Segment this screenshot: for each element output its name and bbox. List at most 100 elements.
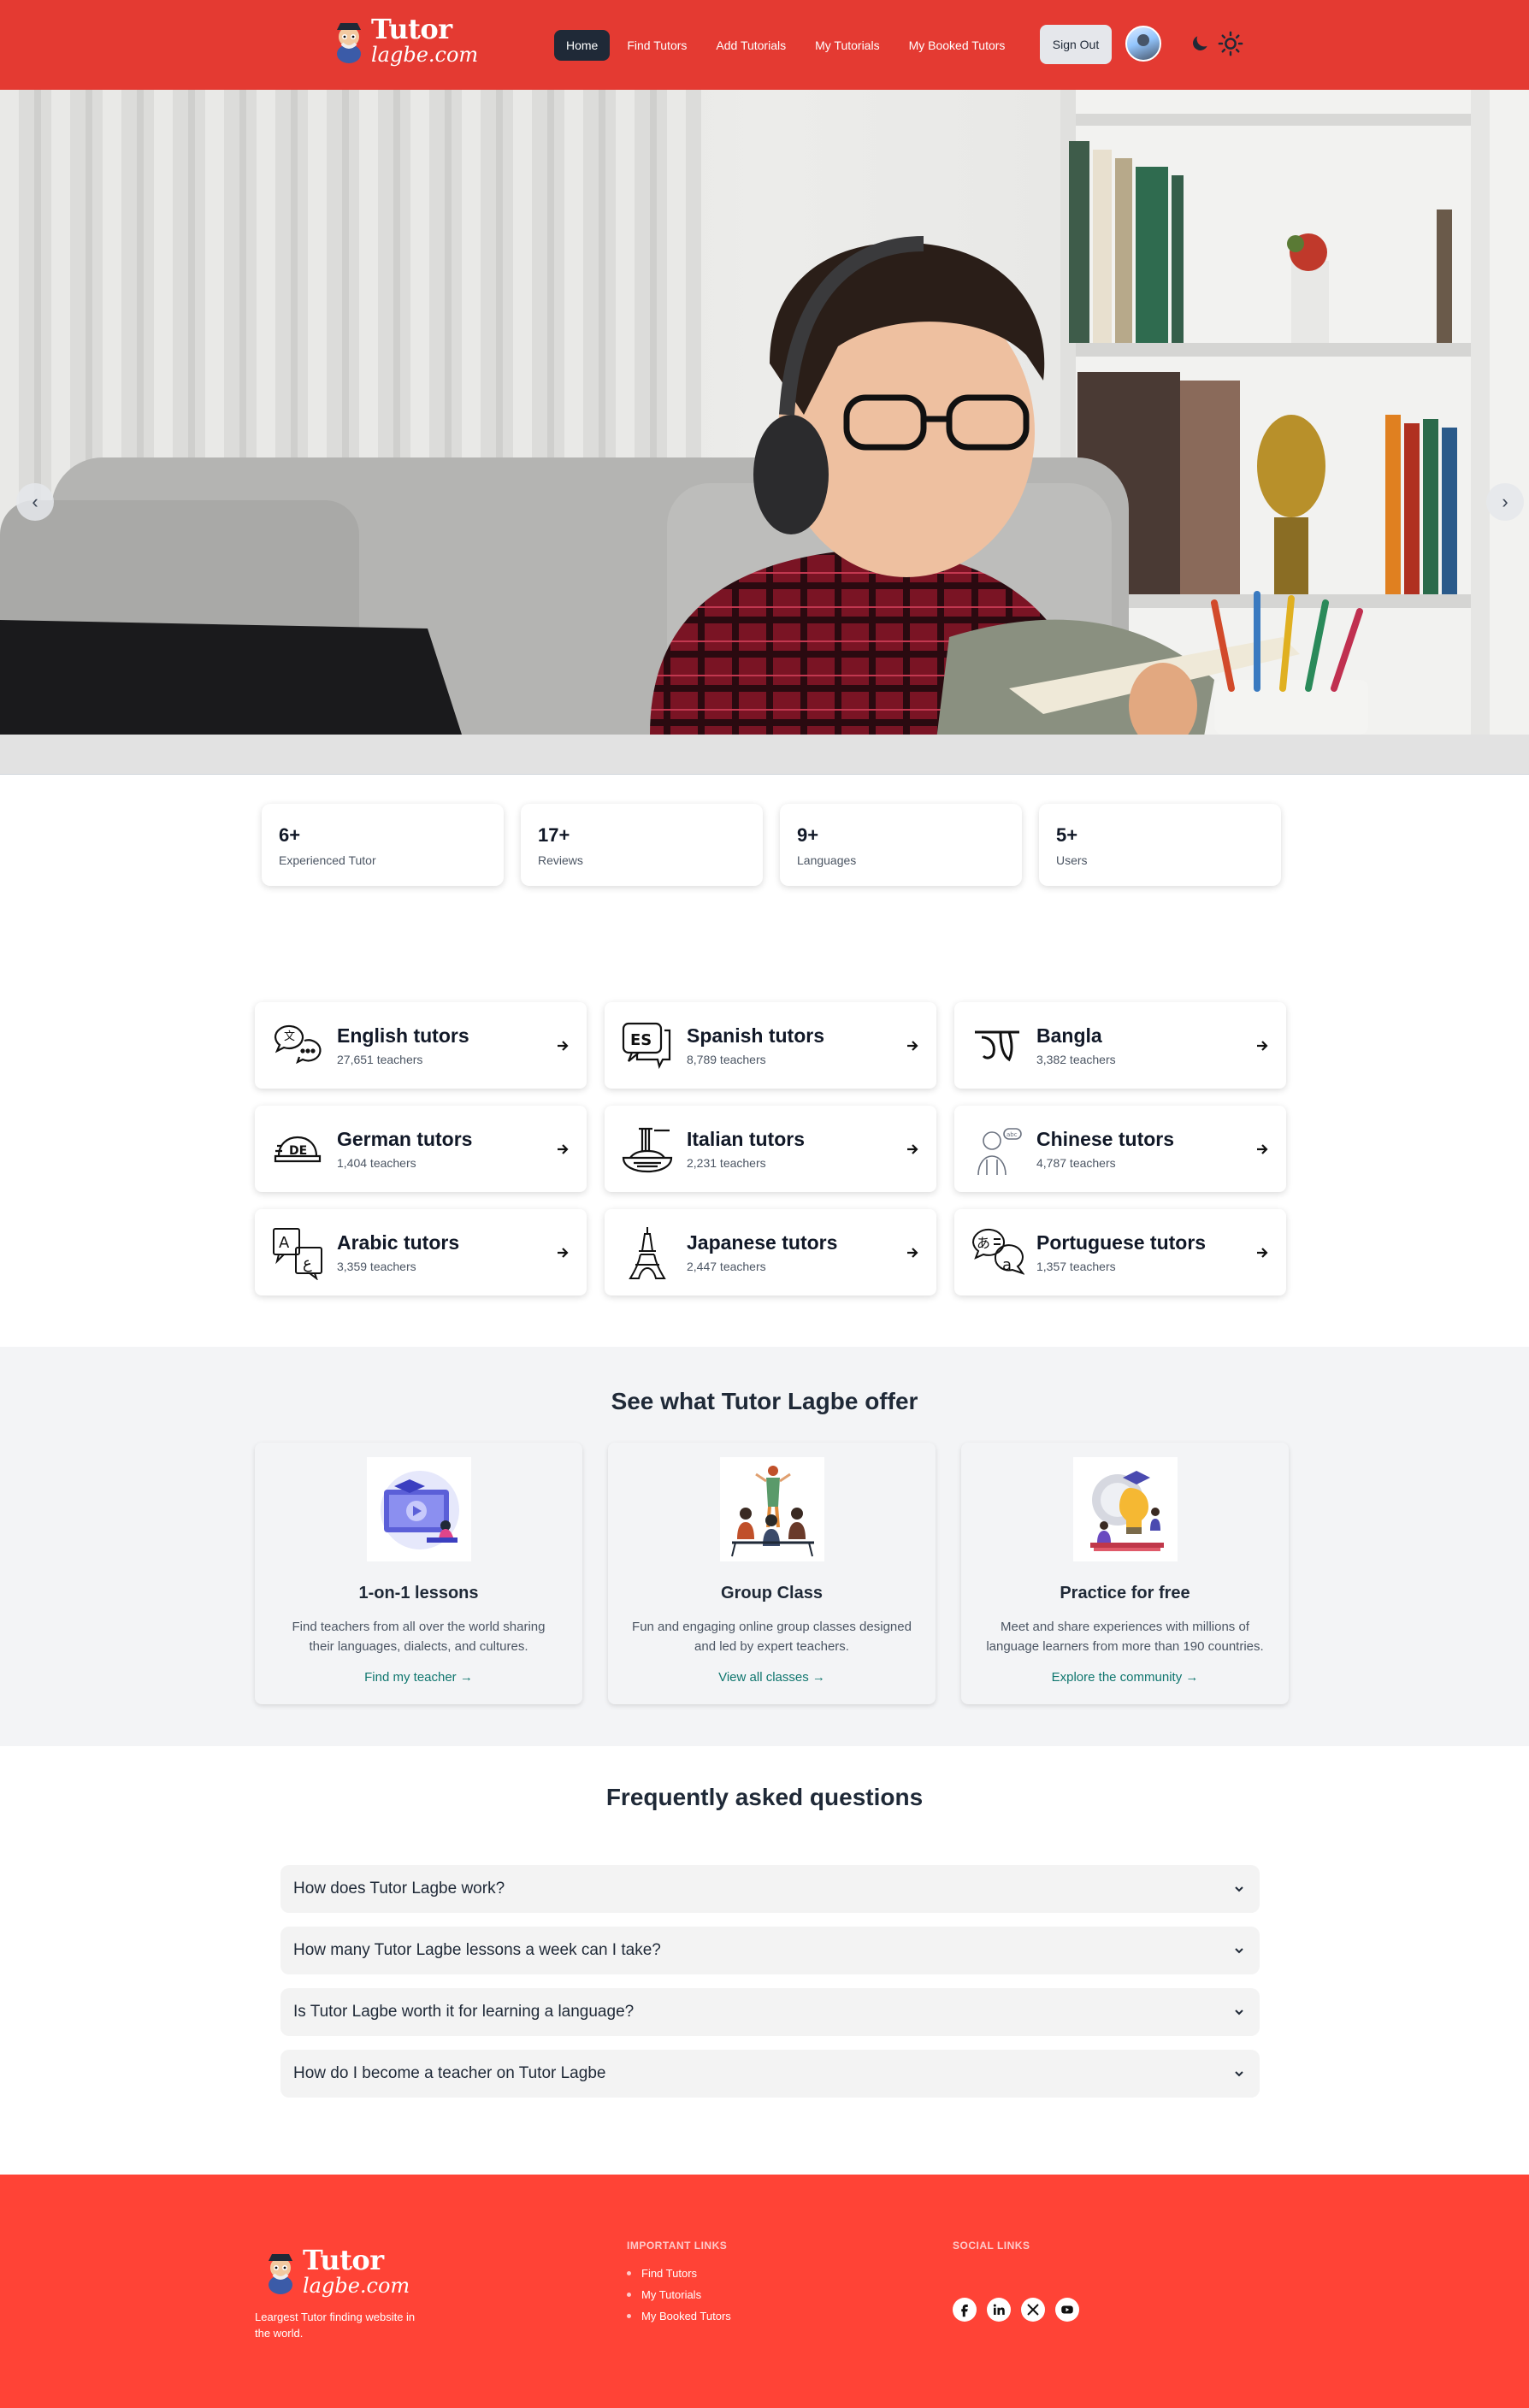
linkedin-link[interactable] <box>987 2298 1011 2322</box>
language-card-portuguese[interactable]: あ a Portuguese tutors 1,357 teachers <box>954 1209 1286 1295</box>
youtube-icon <box>1061 2305 1073 2314</box>
offer-card-desc: Find teachers from all over the world sh… <box>292 1620 546 1654</box>
footer: Tutor lagbe.com Leargest Tutor finding w… <box>0 2175 1529 2408</box>
offer-section: See what Tutor Lagbe offer 1-on-1 lesson… <box>0 1347 1529 1746</box>
moon-icon[interactable] <box>1189 32 1211 55</box>
footer-logo-subtitle: lagbe.com <box>303 2274 410 2298</box>
faq-item[interactable]: How many Tutor Lagbe lessons a week can … <box>280 1927 1260 1974</box>
language-card-english[interactable]: 文 English tutors 27,651 teachers <box>255 1002 587 1089</box>
language-name: Italian tutors <box>687 1128 806 1150</box>
stat-card: 5+ Users <box>1039 804 1281 886</box>
faq-question: How do I become a teacher on Tutor Lagbe <box>293 2064 606 2082</box>
offer-card: 1-on-1 lessons Find teachers from all ov… <box>255 1443 582 1704</box>
language-name: Japanese tutors <box>687 1231 838 1254</box>
faq-item[interactable]: Is Tutor Lagbe worth it for learning a l… <box>280 1988 1260 2036</box>
nav-home[interactable]: Home <box>554 30 611 61</box>
teacher-count: 4,787 teachers <box>1036 1156 1116 1170</box>
faq-item[interactable]: How does Tutor Lagbe work? <box>280 1865 1260 1913</box>
footer-logo[interactable]: Tutor lagbe.com <box>263 2246 410 2296</box>
stat-card: 17+ Reviews <box>521 804 763 886</box>
nav-my-tutorials[interactable]: My Tutorials <box>803 30 891 61</box>
language-card-bangla[interactable]: Bangla 3,382 teachers <box>954 1002 1286 1089</box>
hero-carousel: ‹ › <box>0 90 1529 735</box>
stat-value: 17+ <box>538 824 570 846</box>
language-card-chinese[interactable]: abc Chinese tutors 4,787 teachers <box>954 1106 1286 1192</box>
facebook-link[interactable] <box>953 2298 977 2322</box>
youtube-link[interactable] <box>1055 2298 1079 2322</box>
nav-add-tutorials[interactable]: Add Tutorials <box>704 30 798 61</box>
arrow-right-icon <box>1257 1247 1268 1258</box>
footer-link-find-tutors[interactable]: Find Tutors <box>627 2267 731 2280</box>
stat-value: 5+ <box>1056 824 1078 846</box>
faq-question: How does Tutor Lagbe work? <box>293 1880 505 1897</box>
chevron-down-icon <box>1235 1948 1243 1954</box>
teacher-count: 2,447 teachers <box>687 1260 766 1273</box>
teacher-count: 27,651 teachers <box>337 1053 423 1066</box>
faq-list: How does Tutor Lagbe work? How many Tuto… <box>280 1865 1260 2098</box>
language-card-german[interactable]: DE German tutors 1,404 teachers <box>255 1106 587 1192</box>
footer-link-my-booked-tutors[interactable]: My Booked Tutors <box>627 2310 731 2322</box>
kana-speech-icon: あ a <box>971 1228 1024 1275</box>
language-name: Portuguese tutors <box>1036 1231 1207 1254</box>
arrow-right-icon <box>1257 1143 1268 1154</box>
svg-text:a: a <box>1002 1256 1012 1274</box>
x-link[interactable] <box>1021 2298 1045 2322</box>
language-card-spanish[interactable]: ES Spanish tutors 8,789 teachers <box>605 1002 936 1089</box>
language-card-japanese[interactable]: Japanese tutors 2,447 teachers <box>605 1209 936 1295</box>
offer-card-title: Group Class <box>721 1584 823 1602</box>
social-links-title: SOCIAL LINKS <box>953 2240 1030 2252</box>
faq-title: Frequently asked questions <box>605 1784 924 1810</box>
sign-out-button[interactable]: Sign Out <box>1040 25 1112 64</box>
teacher-count: 3,359 teachers <box>337 1260 416 1273</box>
faq-item[interactable]: How do I become a teacher on Tutor Lagbe <box>280 2050 1260 2098</box>
teacher-count: 1,357 teachers <box>1036 1260 1116 1273</box>
sun-icon[interactable] <box>1218 31 1243 56</box>
pasta-icon <box>622 1127 673 1172</box>
arrow-right-icon <box>1257 1040 1268 1051</box>
group-class-illustration <box>719 1457 824 1561</box>
offer-card-desc: Meet and share experiences with millions… <box>986 1620 1264 1654</box>
stat-label: Reviews <box>538 853 583 867</box>
view-all-classes-link[interactable]: View all classes → <box>718 1670 825 1685</box>
avatar[interactable] <box>1125 26 1161 62</box>
language-name: English tutors <box>337 1024 469 1047</box>
important-links-title: IMPORTANT LINKS <box>627 2240 728 2252</box>
linkedin-icon <box>993 2304 1005 2315</box>
hero-strip <box>0 735 1529 775</box>
stat-card: 6+ Experienced Tutor <box>262 804 504 886</box>
eiffel-tower-icon <box>629 1226 666 1279</box>
bangla-script-icon <box>975 1030 1019 1061</box>
chevron-down-icon <box>1235 1886 1243 1892</box>
find-my-teacher-link[interactable]: Find my teacher → <box>364 1670 473 1685</box>
language-name: Chinese tutors <box>1036 1128 1175 1150</box>
practice-illustration <box>1072 1457 1178 1561</box>
language-grid: 文 English tutors 27,651 teachers ES Span… <box>255 1002 1286 1295</box>
language-name: Spanish tutors <box>687 1024 825 1047</box>
logo[interactable]: Tutor lagbe.com <box>332 15 478 65</box>
language-card-italian[interactable]: Italian tutors 2,231 teachers <box>605 1106 936 1192</box>
teacher-count: 8,789 teachers <box>687 1053 766 1066</box>
stats-row: 6+ Experienced Tutor 17+ Reviews 9+ Lang… <box>262 804 1281 886</box>
language-name: German tutors <box>337 1128 473 1150</box>
language-card-arabic[interactable]: A ع Arabic tutors 3,359 teachers <box>255 1209 587 1295</box>
nav-my-booked-tutors[interactable]: My Booked Tutors <box>897 30 1018 61</box>
explore-community-link[interactable]: Explore the community → <box>1052 1670 1199 1685</box>
stat-card: 9+ Languages <box>780 804 1022 886</box>
arrow-right-icon <box>907 1040 918 1051</box>
language-name: Arabic tutors <box>337 1231 460 1254</box>
svg-text:abc: abc <box>1007 1131 1018 1138</box>
mascot-icon <box>269 2254 292 2294</box>
footer-link-my-tutorials[interactable]: My Tutorials <box>627 2288 731 2301</box>
carousel-next-button[interactable]: › <box>1486 483 1524 521</box>
stat-label: Languages <box>797 853 857 867</box>
stat-label: Experienced Tutor <box>279 853 376 867</box>
chevron-down-icon <box>1235 2071 1243 2077</box>
section-title: See what Tutor Lagbe offer <box>611 1388 918 1414</box>
offer-card: Group Class Fun and engaging online grou… <box>608 1443 936 1704</box>
de-helmet-icon: DE <box>274 1136 322 1162</box>
social-links <box>953 2298 1079 2322</box>
carousel-prev-button[interactable]: ‹ <box>16 483 54 521</box>
nav-find-tutors[interactable]: Find Tutors <box>615 30 699 61</box>
svg-text:文: 文 <box>284 1030 295 1043</box>
language-name: Bangla <box>1036 1024 1102 1047</box>
